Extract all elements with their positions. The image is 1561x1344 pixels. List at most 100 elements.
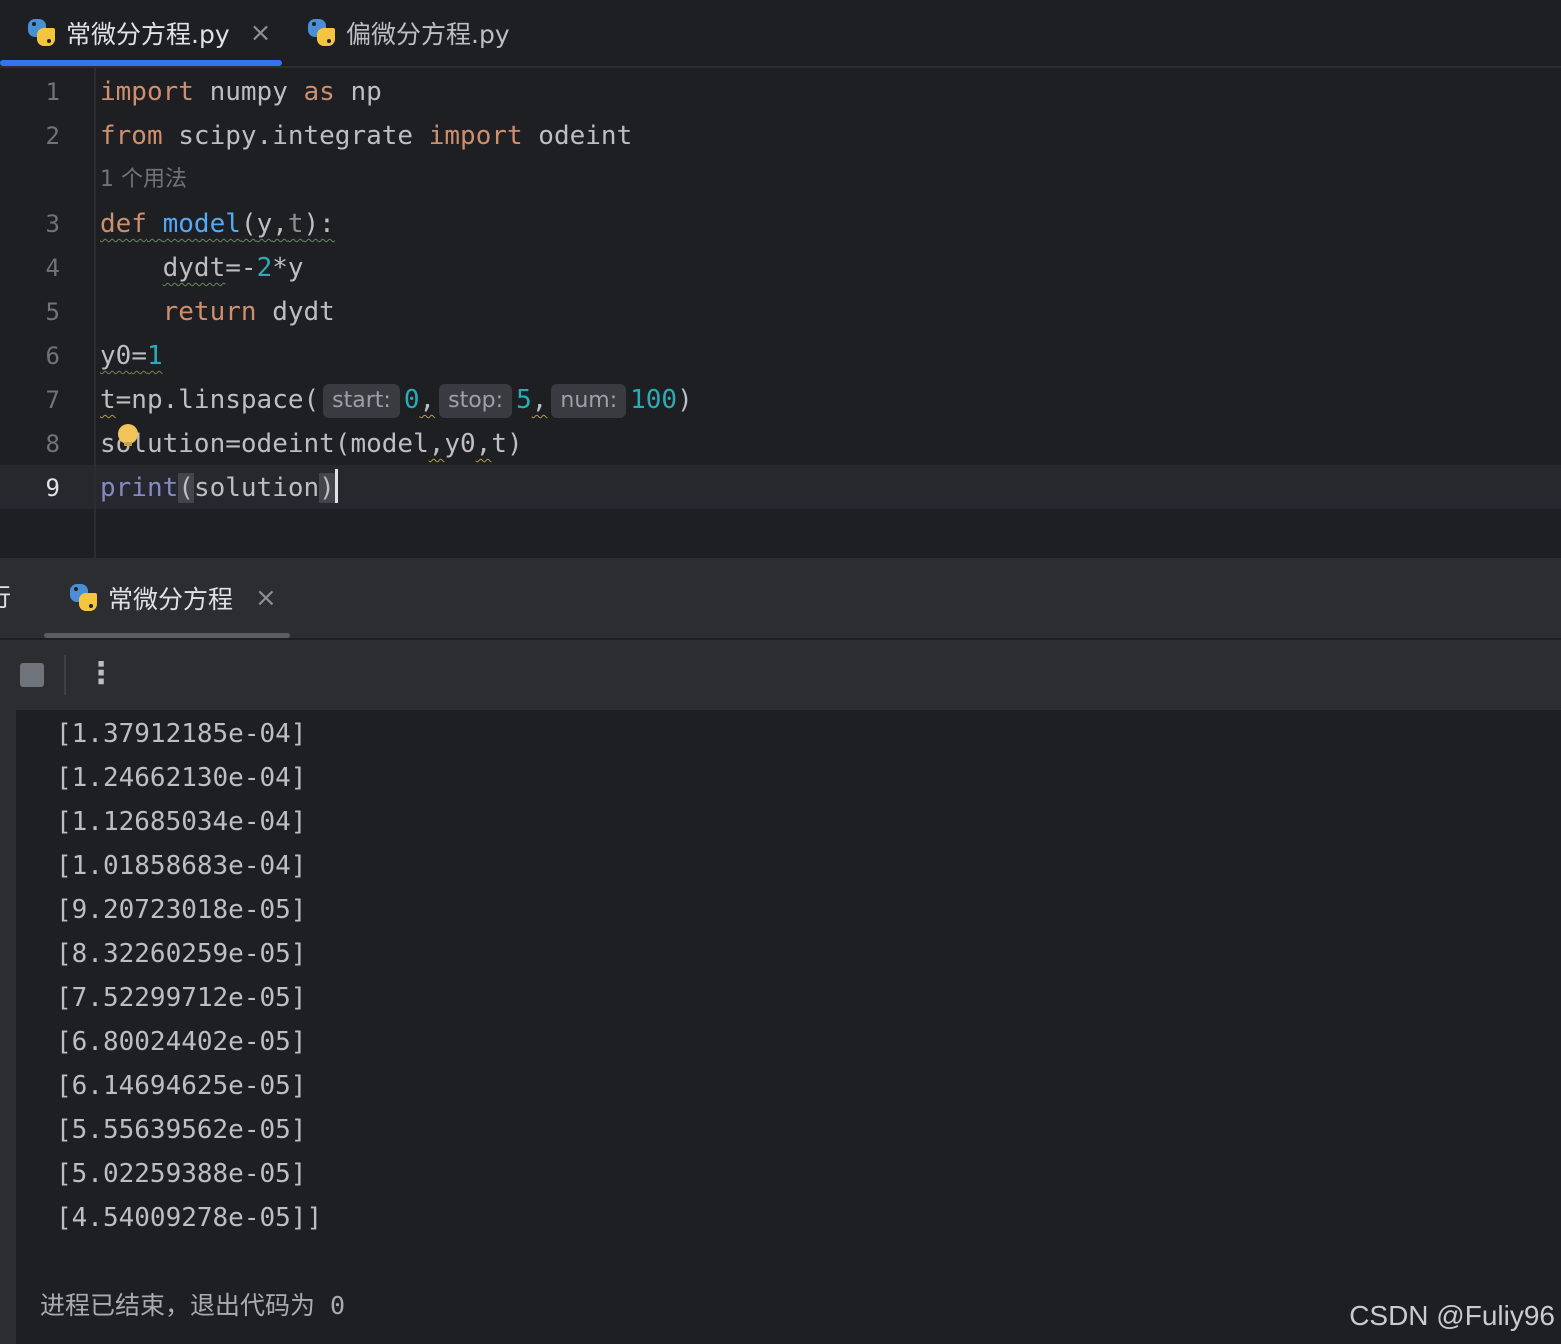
code-text[interactable]: print(solution) <box>100 466 338 510</box>
code-text[interactable]: import numpy as np <box>100 70 382 114</box>
code-token: scipy.integrate <box>162 121 429 151</box>
process-exit-message: 进程已结束，退出代码为 0 <box>40 1291 346 1320</box>
line-number: 3 <box>45 210 60 238</box>
code-line[interactable]: 6 y0=1 <box>0 334 1561 378</box>
code-text[interactable]: from scipy.integrate import odeint <box>100 114 632 158</box>
console-line: [9.20723018e-05] <box>56 895 307 925</box>
console-line: [5.55639562e-05] <box>56 1115 307 1145</box>
number: 5 <box>516 385 532 415</box>
code-line[interactable]: 4 dydt=-2*y <box>0 246 1561 290</box>
keyword: as <box>303 77 335 107</box>
code-token: ) <box>677 385 693 415</box>
line-number: 8 <box>45 430 60 458</box>
code-token: lution=odeint(model <box>131 429 429 459</box>
editor-tab-label: 常微分方程.py <box>66 20 230 49</box>
more-options-icon[interactable]: ⋮ <box>86 654 116 694</box>
line-number: 9 <box>45 474 60 502</box>
toolbar-separator <box>64 655 66 695</box>
console-line: [6.80024402e-05] <box>56 1027 307 1057</box>
console-line: [1.37912185e-04] <box>56 719 307 749</box>
close-icon[interactable]: × <box>255 583 277 613</box>
code-text[interactable]: solution=odeint(model,y0,t) <box>100 422 523 466</box>
watermark: CSDN @Fuliy96 <box>1349 1300 1555 1331</box>
number: 1 <box>146 341 163 371</box>
code-line[interactable]: 7 t=np.linspace(start: 0, stop: 5, num: 100) <box>0 378 1561 422</box>
code-token: solution <box>193 473 320 503</box>
code-text[interactable]: return dydt <box>100 290 335 334</box>
code-token: odeint <box>522 121 633 151</box>
console-line: [4.54009278e-05]] <box>56 1203 323 1233</box>
code-token: , <box>428 429 445 459</box>
code-line[interactable]: 5 return dydt <box>0 290 1561 334</box>
console-line: [6.14694625e-05] <box>56 1071 307 1101</box>
code-text[interactable]: def model(y,t): <box>100 202 335 246</box>
line-number: 6 <box>45 342 60 370</box>
run-tab-label: 常微分方程 <box>108 585 234 614</box>
code-text[interactable]: t=np.linspace(start: 0, stop: 5, num: 100) <box>100 378 693 422</box>
code-line[interactable]: 2 from scipy.integrate import odeint <box>0 114 1561 158</box>
console-line: [5.02259388e-05] <box>56 1159 307 1189</box>
code-line[interactable]: 1 import numpy as np <box>0 70 1561 114</box>
code-line[interactable]: 3 def model(y,t): <box>0 202 1561 246</box>
line-number: 2 <box>45 122 60 150</box>
python-file-icon <box>26 17 58 49</box>
editor-tab-label: 偏微分方程.py <box>346 20 510 49</box>
python-file-icon <box>68 582 100 614</box>
code-token: dydt <box>256 297 335 327</box>
lightbulb-icon[interactable] <box>118 424 138 446</box>
code-token: ): <box>303 209 335 239</box>
code-token: y0 <box>444 429 476 459</box>
code-token: *y <box>272 253 304 283</box>
function-name: model <box>162 209 241 239</box>
param-hint-start: start: <box>323 384 400 418</box>
console-line: [7.52299712e-05] <box>56 983 307 1013</box>
keyword: from <box>100 121 163 151</box>
line-number: 4 <box>45 254 60 282</box>
python-file-icon <box>306 17 338 49</box>
code-token: =- <box>225 253 257 283</box>
stop-icon[interactable] <box>20 663 44 687</box>
number: 0 <box>403 385 420 415</box>
code-line[interactable]: 8 solution=odeint(model,y0,t) <box>0 422 1561 466</box>
console-gutter <box>0 710 16 1344</box>
editor-tab-inactive[interactable]: 偏微分方程.py <box>300 0 540 66</box>
console-line: [1.24662130e-04] <box>56 763 307 793</box>
param: y <box>256 209 273 239</box>
code-token: , <box>272 209 288 239</box>
code-token: =np.linspace( <box>115 385 320 415</box>
code-token: , <box>531 385 548 415</box>
close-icon[interactable]: × <box>250 18 272 48</box>
code-line-current[interactable]: 9 print(solution) <box>0 466 1561 510</box>
code-text[interactable]: y0=1 <box>100 334 163 378</box>
editor-tab-bar: 常微分方程.py × 偏微分方程.py <box>0 0 1561 68</box>
keyword: import <box>428 121 523 151</box>
code-token: ( <box>178 473 194 503</box>
code-token: numpy <box>193 77 304 107</box>
usage-hint-line: 1 个用法 <box>0 158 1561 202</box>
code-editor[interactable]: 1 import numpy as np 2 from scipy.integr… <box>0 68 1561 558</box>
console-line: [1.12685034e-04] <box>56 807 307 837</box>
console-output[interactable]: [1.37912185e-04] [1.24662130e-04] [1.126… <box>0 710 1561 1344</box>
keyword: def <box>100 209 147 239</box>
run-toolbar: ⋮ <box>0 640 1561 710</box>
line-number: 5 <box>45 298 60 326</box>
run-panel-title: 行 <box>0 578 11 614</box>
keyword: return <box>162 297 257 327</box>
editor-tab-active[interactable]: 常微分方程.py × <box>0 0 282 66</box>
text-caret <box>334 469 338 503</box>
variable: y0 <box>100 341 132 371</box>
variable: t <box>100 385 116 415</box>
console-line: [1.01858683e-04] <box>56 851 307 881</box>
usage-hint[interactable]: 1 个用法 <box>100 158 187 202</box>
run-tab[interactable]: 常微分方程 × <box>44 558 290 638</box>
line-number: 7 <box>45 386 60 414</box>
code-token: ( <box>240 209 257 239</box>
code-text[interactable]: dydt=-2*y <box>100 246 304 290</box>
number: 2 <box>256 253 273 283</box>
param: t <box>287 209 304 239</box>
param-hint-stop: stop: <box>439 384 513 418</box>
code-token: = <box>131 341 147 371</box>
